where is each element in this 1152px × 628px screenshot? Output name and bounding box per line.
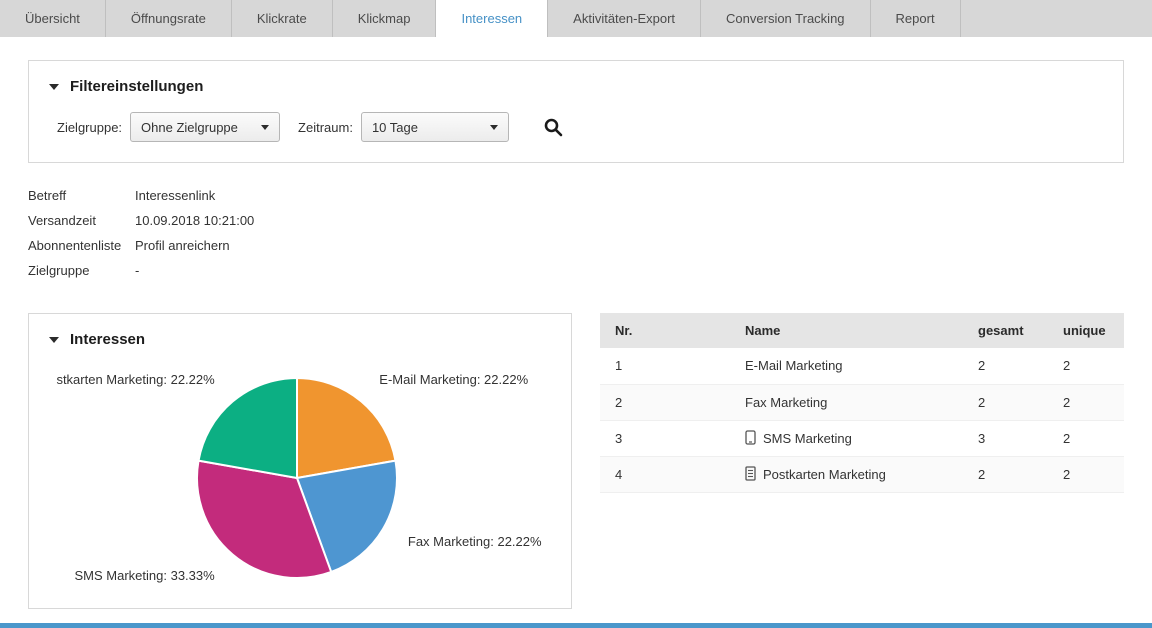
detail-label: Versandzeit <box>28 213 135 228</box>
table-header-row: Nr. Name gesamt unique <box>600 313 1124 348</box>
zielgruppe-selected-value: Ohne Zielgruppe <box>141 120 238 135</box>
detail-row-zielgruppe: Zielgruppe - <box>28 258 1124 283</box>
cell-nr: 2 <box>600 384 730 420</box>
detail-row-abonnentenliste: Abonnentenliste Profil anreichern <box>28 233 1124 258</box>
table-row: 1 E-Mail Marketing 2 2 <box>600 348 1124 384</box>
cell-unique: 2 <box>1048 420 1124 456</box>
interests-panel-title: Interessen <box>70 331 145 348</box>
cell-unique: 2 <box>1048 348 1124 384</box>
tab-bar: Übersicht Öffnungsrate Klickrate Klickma… <box>0 0 1152 37</box>
detail-label: Abonnentenliste <box>28 238 135 253</box>
row-name-label: E-Mail Marketing <box>745 358 843 373</box>
cell-gesamt: 2 <box>963 348 1048 384</box>
cell-unique: 2 <box>1048 384 1124 420</box>
main-content: Filtereinstellungen Zielgruppe: Ohne Zie… <box>0 37 1152 609</box>
detail-value: 10.09.2018 10:21:00 <box>135 213 254 228</box>
cell-unique: 2 <box>1048 456 1124 492</box>
interests-table: Nr. Name gesamt unique 1 E-Mail Marketin… <box>600 313 1124 493</box>
zielgruppe-label: Zielgruppe: <box>57 120 122 135</box>
filter-panel-header[interactable]: Filtereinstellungen <box>49 78 1103 95</box>
filter-controls: Zielgruppe: Ohne Zielgruppe Zeitraum: 10… <box>49 112 1103 142</box>
pie-slice-label: E-Mail Marketing: 22.22% <box>379 372 528 387</box>
collapse-arrow-icon <box>49 84 59 90</box>
cell-name: SMS Marketing <box>730 420 963 456</box>
pie-slice-postkarten-marketing[interactable] <box>199 378 297 478</box>
zeitraum-selected-value: 10 Tage <box>372 120 418 135</box>
tab-klickmap[interactable]: Klickmap <box>333 0 437 37</box>
table-row: 4 Postkarten Marketing 2 2 <box>600 456 1124 492</box>
interests-pie-chart: E-Mail Marketing: 22.22% Fax Marketing: 2… <box>29 356 571 596</box>
tab-klickrate[interactable]: Klickrate <box>232 0 333 37</box>
tab-aktivitaeten-export[interactable]: Aktivitäten-Export <box>548 0 701 37</box>
interests-panel-header[interactable]: Interessen <box>29 331 571 348</box>
postcard-icon <box>745 466 756 481</box>
mobile-icon <box>745 430 756 445</box>
col-header-gesamt: gesamt <box>963 313 1048 348</box>
bottom-accent-bar <box>0 623 1152 628</box>
tab-report[interactable]: Report <box>871 0 961 37</box>
table-row: 3 SMS Marketing 3 2 <box>600 420 1124 456</box>
cell-nr: 4 <box>600 456 730 492</box>
filter-panel: Filtereinstellungen Zielgruppe: Ohne Zie… <box>28 60 1124 163</box>
search-icon[interactable] <box>543 117 563 137</box>
detail-label: Betreff <box>28 188 135 203</box>
detail-row-versandzeit: Versandzeit 10.09.2018 10:21:00 <box>28 208 1124 233</box>
detail-label: Zielgruppe <box>28 263 135 278</box>
cell-gesamt: 2 <box>963 384 1048 420</box>
mailing-details: Betreff Interessenlink Versandzeit 10.09… <box>28 183 1124 283</box>
pie-slice-label: SMS Marketing: 33.33% <box>75 568 216 583</box>
tab-interessen[interactable]: Interessen <box>436 0 548 37</box>
cell-name: E-Mail Marketing <box>730 348 963 384</box>
detail-value: Profil anreichern <box>135 238 230 253</box>
row-name-label: Postkarten Marketing <box>763 467 886 482</box>
cell-name: Postkarten Marketing <box>730 456 963 492</box>
filter-panel-title: Filtereinstellungen <box>70 78 203 95</box>
row-name-label: SMS Marketing <box>763 431 852 446</box>
chevron-down-icon <box>261 125 269 130</box>
interests-panel: Interessen E-Mail Marketing: 22.22% Fax M… <box>28 313 572 609</box>
col-header-name: Name <box>730 313 963 348</box>
cell-nr: 3 <box>600 420 730 456</box>
tab-uebersicht[interactable]: Übersicht <box>0 0 106 37</box>
pie-slice-label: Fax Marketing: 22.22% <box>408 534 542 549</box>
pie-slice-label: stkarten Marketing: 22.22% <box>56 372 215 387</box>
zielgruppe-dropdown[interactable]: Ohne Zielgruppe <box>130 112 280 142</box>
collapse-arrow-icon <box>49 337 59 343</box>
cell-nr: 1 <box>600 348 730 384</box>
detail-value: - <box>135 263 139 278</box>
interests-table-wrap: Nr. Name gesamt unique 1 E-Mail Marketin… <box>600 313 1124 493</box>
tab-oeffnungsrate[interactable]: Öffnungsrate <box>106 0 232 37</box>
detail-row-betreff: Betreff Interessenlink <box>28 183 1124 208</box>
cell-name: Fax Marketing <box>730 384 963 420</box>
tab-conversion-tracking[interactable]: Conversion Tracking <box>701 0 871 37</box>
table-row: 2 Fax Marketing 2 2 <box>600 384 1124 420</box>
cell-gesamt: 3 <box>963 420 1048 456</box>
zeitraum-label: Zeitraum: <box>298 120 353 135</box>
col-header-nr: Nr. <box>600 313 730 348</box>
col-header-unique: unique <box>1048 313 1124 348</box>
zeitraum-dropdown[interactable]: 10 Tage <box>361 112 509 142</box>
chevron-down-icon <box>490 125 498 130</box>
detail-value: Interessenlink <box>135 188 215 203</box>
row-name-label: Fax Marketing <box>745 395 827 410</box>
bottom-area: Interessen E-Mail Marketing: 22.22% Fax M… <box>28 313 1124 609</box>
cell-gesamt: 2 <box>963 456 1048 492</box>
